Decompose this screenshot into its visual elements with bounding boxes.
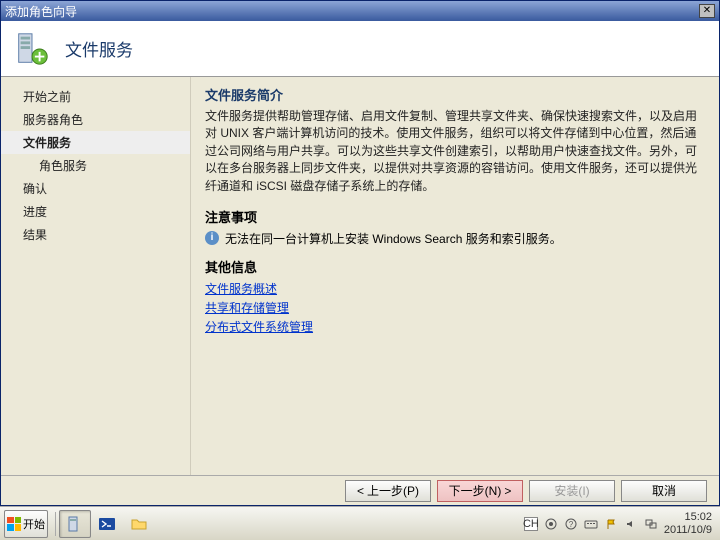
prev-button[interactable]: < 上一步(P) <box>345 480 431 502</box>
button-bar: < 上一步(P) 下一步(N) > 安装(I) 取消 <box>1 475 719 505</box>
ime-indicator[interactable]: CH <box>524 517 538 531</box>
sidebar-item-confirm[interactable]: 确认 <box>1 177 190 200</box>
wizard-body: 开始之前 服务器角色 文件服务 角色服务 确认 进度 结果 文件服务简介 文件服… <box>1 77 719 475</box>
intro-text: 文件服务提供帮助管理存储、启用文件复制、管理共享文件夹、确保快速搜索文件，以及启… <box>205 108 705 195</box>
sidebar-item-progress[interactable]: 进度 <box>1 200 190 223</box>
content-pane: 文件服务简介 文件服务提供帮助管理存储、启用文件复制、管理共享文件夹、确保快速搜… <box>191 77 719 475</box>
start-button[interactable]: 开始 <box>4 510 48 538</box>
link-file-services-overview[interactable]: 文件服务概述 <box>205 280 705 297</box>
notes-heading: 注意事项 <box>205 207 705 226</box>
clock-time: 15:02 <box>664 511 712 523</box>
close-button[interactable]: ✕ <box>699 4 715 18</box>
volume-icon[interactable] <box>624 517 638 531</box>
sidebar-item-before-begin[interactable]: 开始之前 <box>1 85 190 108</box>
folder-icon <box>130 515 148 533</box>
taskbar: 开始 CH ? <box>0 506 720 540</box>
system-tray: CH ? 15:02 2011/10/9 <box>524 511 720 535</box>
sidebar-item-file-services[interactable]: 文件服务 <box>1 131 190 154</box>
titlebar[interactable]: 添加角色向导 ✕ <box>1 1 719 21</box>
clock[interactable]: 15:02 2011/10/9 <box>664 511 712 535</box>
wizard-window: 添加角色向导 ✕ 文件服务 开始之前 服务器角色 文件服务 角色服务 确认 进度 <box>0 0 720 506</box>
taskbar-separator <box>55 512 56 536</box>
note-text: 无法在同一台计算机上安装 Windows Search 服务和索引服务。 <box>225 230 562 247</box>
other-info-heading: 其他信息 <box>205 257 705 276</box>
info-icon: i <box>205 231 219 245</box>
network-icon[interactable] <box>644 517 658 531</box>
install-button: 安装(I) <box>529 480 615 502</box>
sidebar-item-server-roles[interactable]: 服务器角色 <box>1 108 190 131</box>
sidebar: 开始之前 服务器角色 文件服务 角色服务 确认 进度 结果 <box>1 77 191 475</box>
taskbar-app-server-manager[interactable] <box>59 510 91 538</box>
server-manager-icon <box>66 515 84 533</box>
note-line: i 无法在同一台计算机上安装 Windows Search 服务和索引服务。 <box>205 230 705 247</box>
help-icon[interactable]: ? <box>564 517 578 531</box>
flag-icon[interactable] <box>604 517 618 531</box>
close-icon: ✕ <box>703 5 711 16</box>
clock-date: 2011/10/9 <box>664 524 712 536</box>
keyboard-icon[interactable] <box>584 517 598 531</box>
window-title: 添加角色向导 <box>5 3 77 20</box>
links: 文件服务概述 共享和存储管理 分布式文件系统管理 <box>205 280 705 335</box>
powershell-icon <box>98 515 116 533</box>
next-button[interactable]: 下一步(N) > <box>437 480 523 502</box>
page-heading: 文件服务 <box>65 36 133 61</box>
svg-text:?: ? <box>569 520 574 529</box>
sidebar-item-results[interactable]: 结果 <box>1 223 190 246</box>
link-dfs-management[interactable]: 分布式文件系统管理 <box>205 318 705 335</box>
chevron-left-icon: < <box>357 484 364 498</box>
windows-logo-icon <box>7 517 21 531</box>
banner: 文件服务 <box>1 21 719 77</box>
chevron-right-icon: > <box>504 484 511 498</box>
taskbar-app-powershell[interactable] <box>91 510 123 538</box>
cancel-button[interactable]: 取消 <box>621 480 707 502</box>
intro-heading: 文件服务简介 <box>205 85 705 104</box>
ime-options-icon[interactable] <box>544 517 558 531</box>
sidebar-item-role-services[interactable]: 角色服务 <box>1 154 190 177</box>
link-share-storage-management[interactable]: 共享和存储管理 <box>205 299 705 316</box>
server-icon <box>13 30 51 68</box>
taskbar-app-explorer[interactable] <box>123 510 155 538</box>
